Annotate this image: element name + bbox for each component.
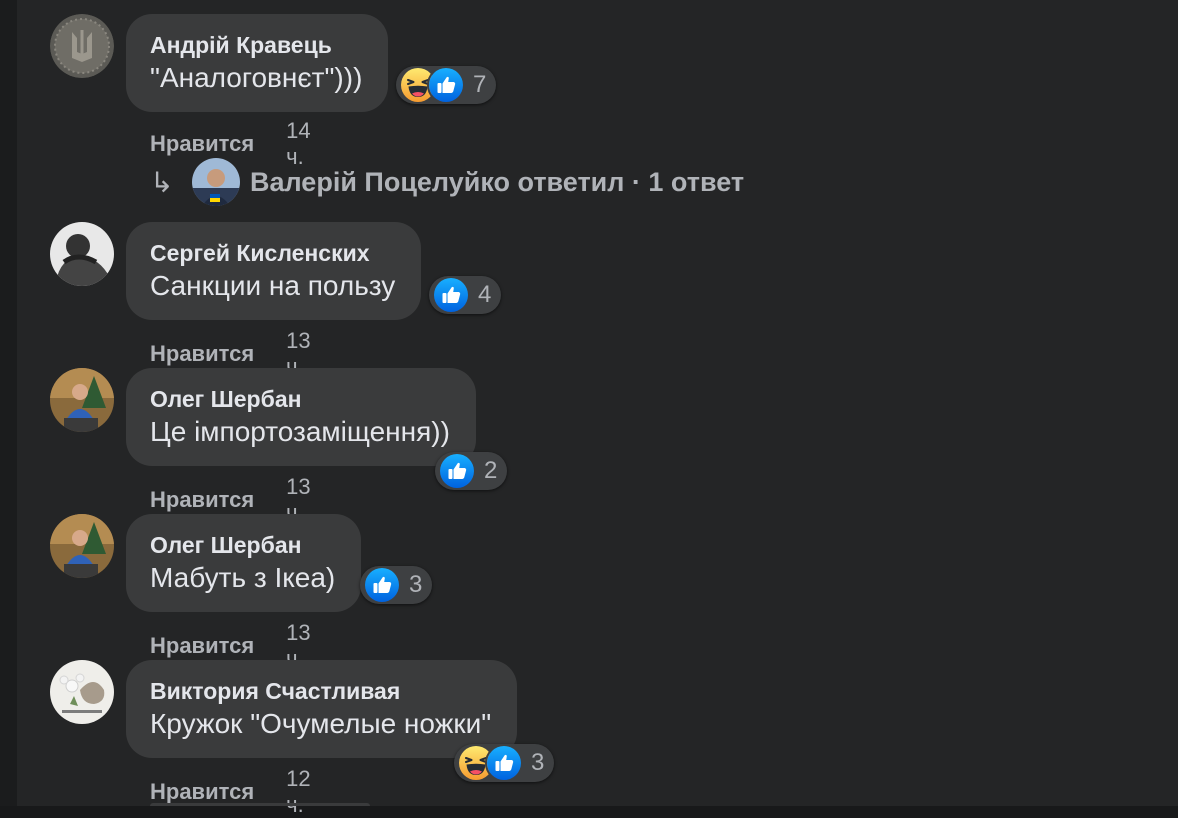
reaction-summary[interactable]: 4 — [429, 276, 502, 314]
avatar[interactable] — [50, 514, 114, 578]
reply-arrow-icon: ↳ — [150, 165, 174, 199]
comment-bubble: Сергей Кисленских Санкции на пользу — [126, 222, 422, 320]
comment-actions: Нравится 12 ч. — [150, 766, 311, 818]
comment-bubble: Олег Шербан Мабуть з Ікеа) — [126, 514, 362, 612]
like-button[interactable]: Нравится — [150, 341, 254, 367]
like-button[interactable]: Нравится — [150, 779, 254, 805]
reaction-summary[interactable]: 7 — [396, 66, 497, 104]
like-button[interactable]: Нравится — [150, 487, 254, 513]
comment-author[interactable]: Сергей Кисленских — [150, 238, 395, 268]
like-button[interactable]: Нравится — [150, 131, 254, 157]
left-edge-bar — [0, 0, 18, 806]
comment-bubble: Андрій Кравець "Аналоговнєт"))) — [126, 14, 389, 112]
like-reaction-icon — [432, 276, 470, 314]
like-reaction-icon — [485, 744, 523, 782]
comment-author[interactable]: Олег Шербан — [150, 530, 335, 560]
like-reaction-icon — [427, 66, 465, 104]
reaction-count: 7 — [473, 71, 487, 98]
comment-text: "Аналоговнєт"))) — [150, 62, 363, 93]
like-reaction-icon — [438, 452, 476, 490]
comment-text: Це імпортозаміщення)) — [150, 416, 450, 447]
comment-text: Кружок "Очумелые ножки" — [150, 708, 492, 739]
avatar — [192, 158, 240, 206]
replies-link[interactable]: ↳ Валерій Поцелуйко ответил · 1 ответ — [150, 158, 744, 206]
comment-time[interactable]: 12 ч. — [286, 766, 310, 818]
reaction-summary[interactable]: 3 — [360, 566, 433, 604]
reaction-count: 4 — [478, 281, 492, 308]
like-button[interactable]: Нравится — [150, 633, 254, 659]
comment-author[interactable]: Олег Шербан — [150, 384, 450, 414]
avatar[interactable] — [50, 14, 114, 78]
reaction-count: 2 — [484, 457, 498, 484]
avatar[interactable] — [50, 660, 114, 724]
comment-bubble: Олег Шербан Це імпортозаміщення)) — [126, 368, 476, 466]
comment-text: Санкции на пользу — [150, 270, 396, 301]
reaction-count: 3 — [409, 571, 423, 598]
reaction-count: 3 — [531, 749, 545, 776]
comment-bubble: Виктория Счастливая Кружок "Очумелые нож… — [126, 660, 518, 758]
reaction-summary[interactable]: 2 — [435, 452, 508, 490]
comment-text: Мабуть з Ікеа) — [150, 562, 336, 593]
avatar[interactable] — [50, 222, 114, 286]
reaction-summary[interactable]: 3 — [454, 744, 555, 782]
avatar[interactable] — [50, 368, 114, 432]
like-reaction-icon — [363, 566, 401, 604]
comment-author[interactable]: Андрій Кравець — [150, 30, 362, 60]
comment-author[interactable]: Виктория Счастливая — [150, 676, 491, 706]
reply-summary-text[interactable]: Валерій Поцелуйко ответил · 1 ответ — [250, 167, 744, 198]
